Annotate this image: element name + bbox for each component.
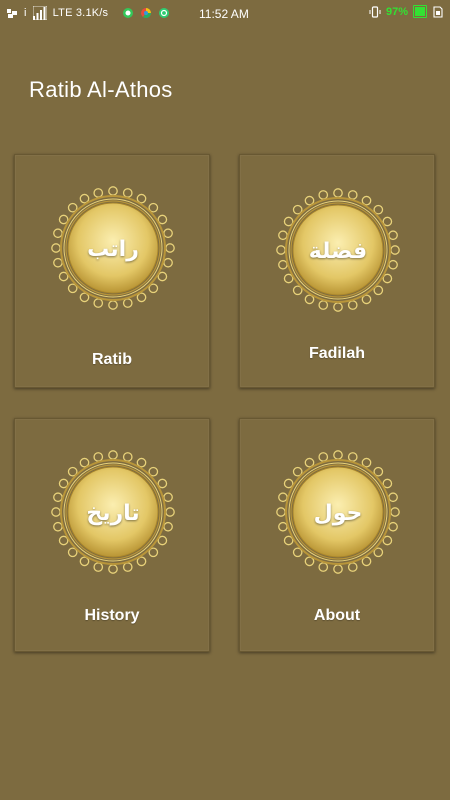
card-label-history: History [84,607,140,624]
battery-percent: 97% [385,5,408,18]
ratib-medallion-icon: راتب [51,186,175,310]
chrome-icon [141,8,152,18]
arabic-calligraphy: تاريخ [86,501,139,526]
arabic-calligraphy: راتب [87,237,139,262]
menu-card-ratib[interactable]: راتب Ratib [14,154,210,388]
status-bar: i LTE 3.1K/s 11:52 AM 97% [0,0,450,28]
about-medallion-icon: حول [276,450,400,574]
menu-card-fadilah[interactable]: فضلة Fadilah [239,154,435,388]
status-bar-left: i LTE 3.1K/s [6,6,170,20]
app-title: Ratib Al-Athos [29,77,173,102]
status-bar-right: 97% [369,5,444,18]
whatsapp-icon [123,8,134,18]
network-speed: LTE 3.1K/s [52,7,109,19]
card-label-fadilah: Fadilah [308,345,365,362]
sim-icon [433,5,443,18]
app-notification-icon [159,8,170,18]
vibrate-icon [369,5,381,18]
indicator-text: i [24,7,27,19]
menu-card-history[interactable]: تاريخ History [14,418,210,652]
arabic-calligraphy: فضلة [309,239,367,264]
card-label-ratib: Ratib [92,351,132,368]
clock: 11:52 AM [199,7,249,21]
signal-icon [32,6,47,20]
history-medallion-icon: تاريخ [51,450,175,574]
notification-icon [7,9,17,18]
arabic-calligraphy: حول [314,501,363,526]
menu-card-about[interactable]: حول About [239,418,435,652]
fadilah-medallion-icon: فضلة [276,188,400,312]
card-label-about: About [313,607,361,624]
battery-icon [413,5,427,18]
